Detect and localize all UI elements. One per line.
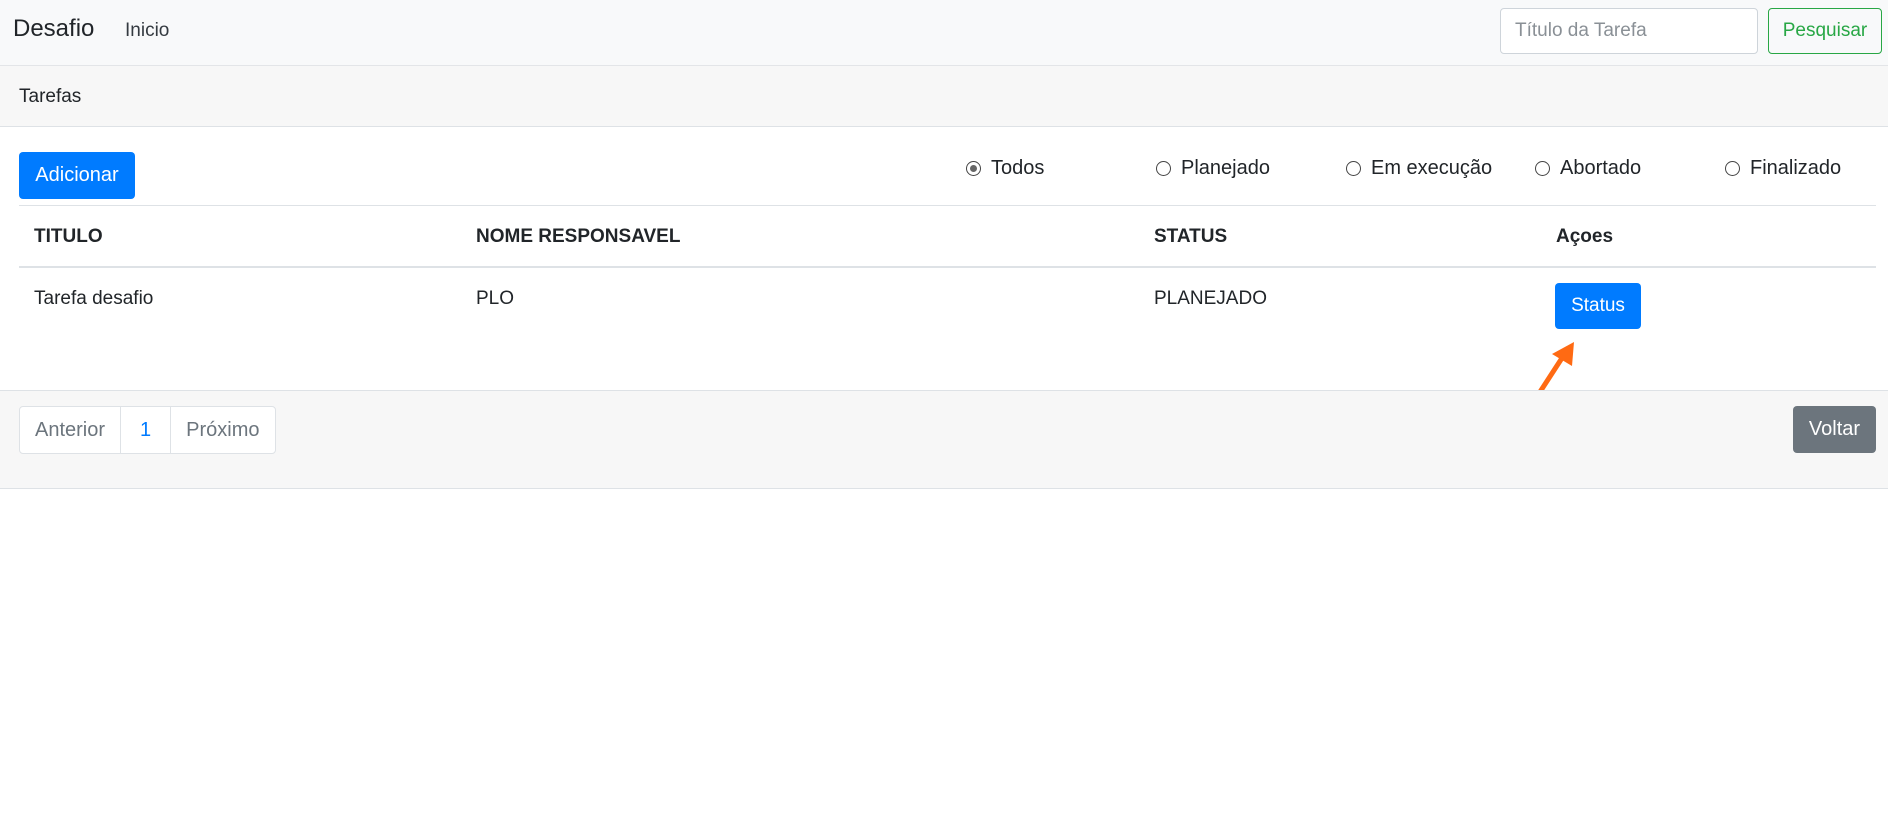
filter-radio-finalizado[interactable]: Finalizado — [1725, 157, 1841, 179]
navbar-brand[interactable]: Desafio — [13, 15, 94, 43]
radio-checked-icon[interactable] — [966, 160, 981, 176]
cell-titulo: Tarefa desafio — [34, 288, 154, 309]
card-title: Tarefas — [19, 86, 82, 107]
filter-radio-todos[interactable]: Todos — [966, 157, 1044, 179]
navbar: Desafio Inicio Pesquisar — [0, 0, 1888, 66]
column-header-status: STATUS — [1154, 226, 1228, 247]
cell-status: PLANEJADO — [1154, 288, 1267, 309]
radio-unchecked-icon[interactable] — [1535, 160, 1550, 176]
filter-radio-abortado[interactable]: Abortado — [1535, 157, 1641, 179]
back-button[interactable]: Voltar — [1793, 406, 1876, 453]
column-header-acoes: Açoes — [1556, 226, 1614, 247]
filter-label: Planejado — [1181, 156, 1270, 179]
search-button[interactable]: Pesquisar — [1768, 8, 1882, 54]
card-header: Tarefas — [0, 66, 1888, 127]
filter-radio-planejado[interactable]: Planejado — [1156, 157, 1270, 179]
filter-label: Abortado — [1560, 156, 1642, 179]
filter-label: Em execução — [1371, 156, 1493, 179]
pagination-previous[interactable]: Anterior — [20, 407, 122, 453]
column-header-responsavel: NOME RESPONSAVEL — [476, 226, 681, 247]
filter-label: Finalizado — [1750, 156, 1842, 179]
table-top-border — [19, 205, 1876, 206]
search-input[interactable] — [1500, 8, 1758, 54]
radio-unchecked-icon[interactable] — [1346, 160, 1361, 176]
card-footer — [0, 390, 1888, 489]
pagination: Anterior 1 Próximo — [19, 406, 276, 454]
pagination-next[interactable]: Próximo — [171, 407, 274, 453]
pagination-page-1[interactable]: 1 — [121, 407, 172, 453]
radio-unchecked-icon[interactable] — [1156, 160, 1171, 176]
status-button[interactable]: Status — [1555, 283, 1641, 329]
table-header-divider — [19, 266, 1876, 268]
filter-label: Todos — [991, 156, 1045, 179]
add-task-button[interactable]: Adicionar — [19, 152, 135, 199]
filter-radio-em-execucao[interactable]: Em execução — [1346, 157, 1492, 179]
radio-unchecked-icon[interactable] — [1725, 160, 1740, 176]
cell-responsavel: PLO — [476, 288, 515, 309]
nav-link-inicio[interactable]: Inicio — [125, 20, 169, 42]
column-header-titulo: TITULO — [34, 226, 103, 247]
